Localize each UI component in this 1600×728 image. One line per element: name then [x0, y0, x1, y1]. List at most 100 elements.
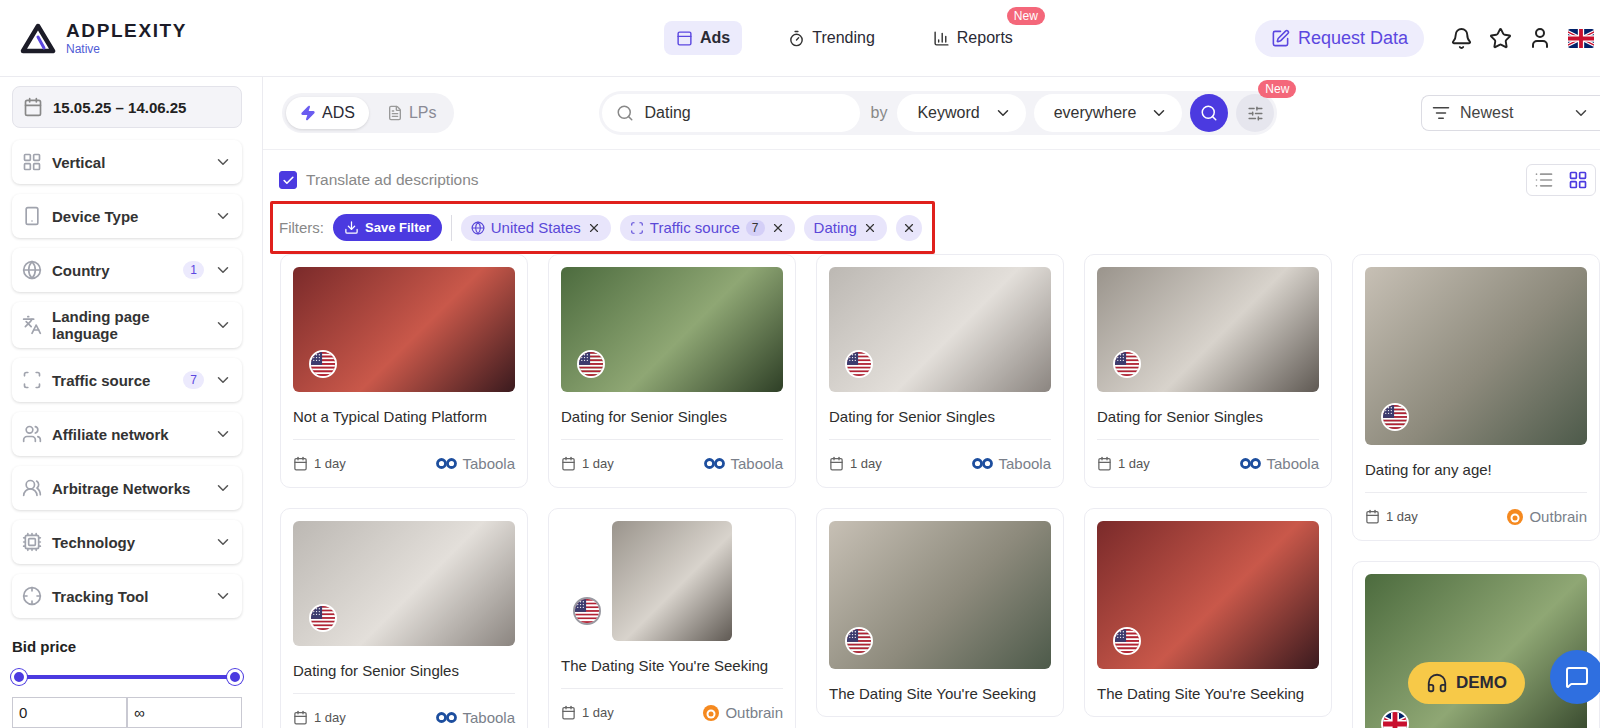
outbrain-logo-icon [702, 704, 720, 722]
bid-slider-handle[interactable] [227, 669, 243, 685]
sidebar-filter[interactable]: Tracking Tool [12, 574, 242, 618]
request-data-button[interactable]: Request Data [1255, 20, 1424, 57]
ad-image-frame [1097, 521, 1319, 669]
demo-button[interactable]: DEMO [1408, 662, 1525, 704]
view-button[interactable] [1527, 165, 1561, 195]
translate-checkbox[interactable]: Translate ad descriptions [279, 171, 479, 189]
app-page: ADPLEXITYNativeAds Trending ReportsNew Requ… [0, 0, 1600, 728]
nav-item[interactable]: Ads [664, 21, 742, 55]
us-flag-icon [1115, 629, 1139, 653]
content-type-tab[interactable]: LPs [373, 97, 451, 129]
nav-item[interactable]: ReportsNew [921, 21, 1025, 55]
content-type-tab[interactable]: ADS [286, 97, 369, 129]
notifications-button[interactable] [1450, 27, 1473, 50]
sidebar-filter[interactable]: Technology [12, 520, 242, 564]
chevron [214, 533, 232, 551]
calendar-icon [829, 456, 844, 471]
filter-sidebar: 15.05.25 – 14.06.25 Vertical Device Type Co… [0, 77, 263, 728]
ad-image [1365, 574, 1587, 728]
scope-dropdown[interactable]: everywhere [1034, 94, 1183, 132]
ad-age: 1 day [561, 705, 614, 720]
country-flag [309, 604, 337, 632]
bid-slider-handle[interactable] [11, 669, 27, 685]
lps-icon [387, 105, 403, 121]
sort-dropdown[interactable]: Newest [1421, 95, 1600, 131]
ad-card[interactable]: The Dating Site You're Seeking1 dayOutbr… [548, 508, 796, 728]
ad-card[interactable]: Dating for Senior Singles1 dayTaboola [548, 254, 796, 488]
bid-slider[interactable] [19, 675, 235, 679]
bid-min-input[interactable]: 0 [12, 697, 127, 728]
sidebar-filter[interactable]: Arbitrage Networks [12, 466, 242, 510]
search-input[interactable]: Dating [602, 94, 860, 132]
ad-footer: 1 dayOutbrain [1365, 492, 1587, 540]
favorites-button[interactable] [1489, 27, 1512, 50]
sidebar-filter[interactable]: Landing page language [12, 302, 242, 348]
filter-chip[interactable]: Traffic source7 [620, 215, 795, 241]
filter-label: Device Type [52, 208, 202, 225]
chip-remove-button[interactable] [863, 221, 877, 235]
new-badge: New [1258, 80, 1296, 98]
chip-remove-button[interactable] [771, 221, 785, 235]
chat-button[interactable] [1550, 650, 1600, 704]
checkbox[interactable] [279, 171, 297, 189]
header-actions: Request Data [1255, 20, 1600, 57]
chip-remove-button[interactable] [587, 221, 601, 235]
date-range[interactable]: 15.05.25 – 14.06.25 [12, 86, 242, 128]
sidebar-filter[interactable]: Vertical [12, 140, 242, 184]
advanced-settings-button[interactable]: New [1236, 94, 1274, 132]
logo[interactable]: ADPLEXITYNative [20, 21, 664, 55]
filter-label: Vertical [52, 154, 202, 171]
chevron-down-icon [214, 371, 232, 389]
nav-item[interactable]: Trending [776, 21, 887, 55]
ad-image-frame [293, 521, 515, 646]
ad-source: Taboola [704, 455, 783, 472]
chevron [214, 479, 232, 497]
calendar-icon [293, 456, 308, 471]
ad-card[interactable]: The Dating Site You're Seeking [816, 508, 1064, 717]
ad-source: Taboola [436, 455, 515, 472]
separator [451, 215, 452, 241]
ad-image-frame [561, 267, 783, 392]
ads-column: Dating for Senior Singles1 dayTaboola The… [816, 254, 1064, 717]
sidebar-filter[interactable]: Affiliate network [12, 412, 242, 456]
sidebar-filter[interactable]: Device Type [12, 194, 242, 238]
ad-card[interactable]: Not a Typical Dating Platform1 dayTabool… [280, 254, 528, 488]
search-button[interactable] [1190, 94, 1228, 132]
sliders-icon [1247, 105, 1264, 122]
outbrain-logo-icon [1506, 508, 1524, 526]
language-switch[interactable] [1568, 29, 1594, 48]
ad-title: The Dating Site You're Seeking [829, 669, 1051, 716]
ad-source: Outbrain [702, 704, 783, 722]
ad-card[interactable]: The Dating Site You're Seeking [1084, 508, 1332, 717]
check-icon [282, 174, 295, 187]
filter-chip[interactable]: Dating [804, 215, 887, 241]
bid-max-input[interactable]: ∞ [127, 697, 242, 728]
clear-filters-button[interactable] [896, 215, 922, 241]
profile-button[interactable] [1528, 26, 1552, 50]
ad-card[interactable]: Dating for Senior Singles1 dayTaboola [816, 254, 1064, 488]
search-by-dropdown[interactable]: Keyword [897, 94, 1025, 132]
download-icon [344, 220, 359, 235]
us-flag-icon [311, 352, 335, 376]
ad-title: Dating for Senior Singles [293, 646, 515, 693]
ad-age: 1 day [561, 456, 614, 471]
by-label: by [870, 104, 887, 122]
ad-image-frame [829, 521, 1051, 669]
filter-chip[interactable]: United States [461, 215, 611, 241]
uk-flag-icon [1383, 712, 1407, 728]
sidebar-filter[interactable]: Country1 [12, 248, 242, 292]
save-filter-button[interactable]: Save Filter [333, 214, 442, 241]
chevron-down-icon [214, 153, 232, 171]
affiliate-icon [22, 424, 42, 444]
ad-card[interactable]: Dating for Senior Singles1 dayTaboola [280, 508, 528, 728]
ad-age: 1 day [293, 710, 346, 725]
chevron [214, 371, 232, 389]
ad-card[interactable]: Dating for Senior Singles1 dayTaboola [1084, 254, 1332, 488]
calendar-icon [561, 705, 576, 720]
ad-card[interactable]: Dating for any age!1 dayOutbrain [1352, 254, 1600, 541]
close-icon [587, 221, 601, 235]
view-button[interactable] [1561, 165, 1595, 195]
source-icon [630, 221, 644, 235]
sidebar-filter[interactable]: Traffic source7 [12, 358, 242, 402]
tracking-icon [22, 586, 42, 606]
